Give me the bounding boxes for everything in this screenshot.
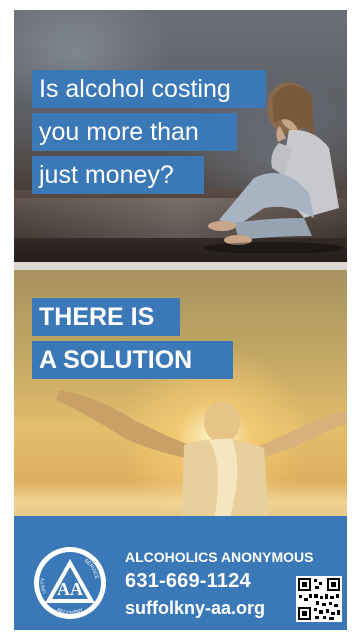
footer-band: AA UNITY SERVICE RECOVERY ALCOHOLICS ANO… bbox=[14, 516, 347, 630]
aa-logo-icon: AA UNITY SERVICE RECOVERY bbox=[34, 547, 106, 619]
panel-divider bbox=[14, 262, 347, 270]
headline-question-line2: you more than bbox=[32, 113, 237, 151]
headline-question-line3: just money? bbox=[32, 156, 204, 194]
logo-initials: AA bbox=[57, 579, 83, 599]
headline-solution-line2: A SOLUTION bbox=[32, 341, 233, 379]
website-link[interactable]: suffolkny-aa.org bbox=[125, 598, 265, 619]
poster-ad: Is alcohol costing you more than just mo… bbox=[14, 10, 347, 630]
arms-raised-woman-silhouette bbox=[56, 390, 347, 520]
phone-number[interactable]: 631-669-1124 bbox=[125, 570, 251, 593]
organization-name: ALCOHOLICS ANONYMOUS bbox=[125, 549, 314, 565]
headline-question-line1: Is alcohol costing bbox=[32, 70, 266, 108]
qr-code-icon[interactable] bbox=[296, 576, 342, 622]
headline-solution-line1: THERE IS bbox=[32, 298, 180, 336]
